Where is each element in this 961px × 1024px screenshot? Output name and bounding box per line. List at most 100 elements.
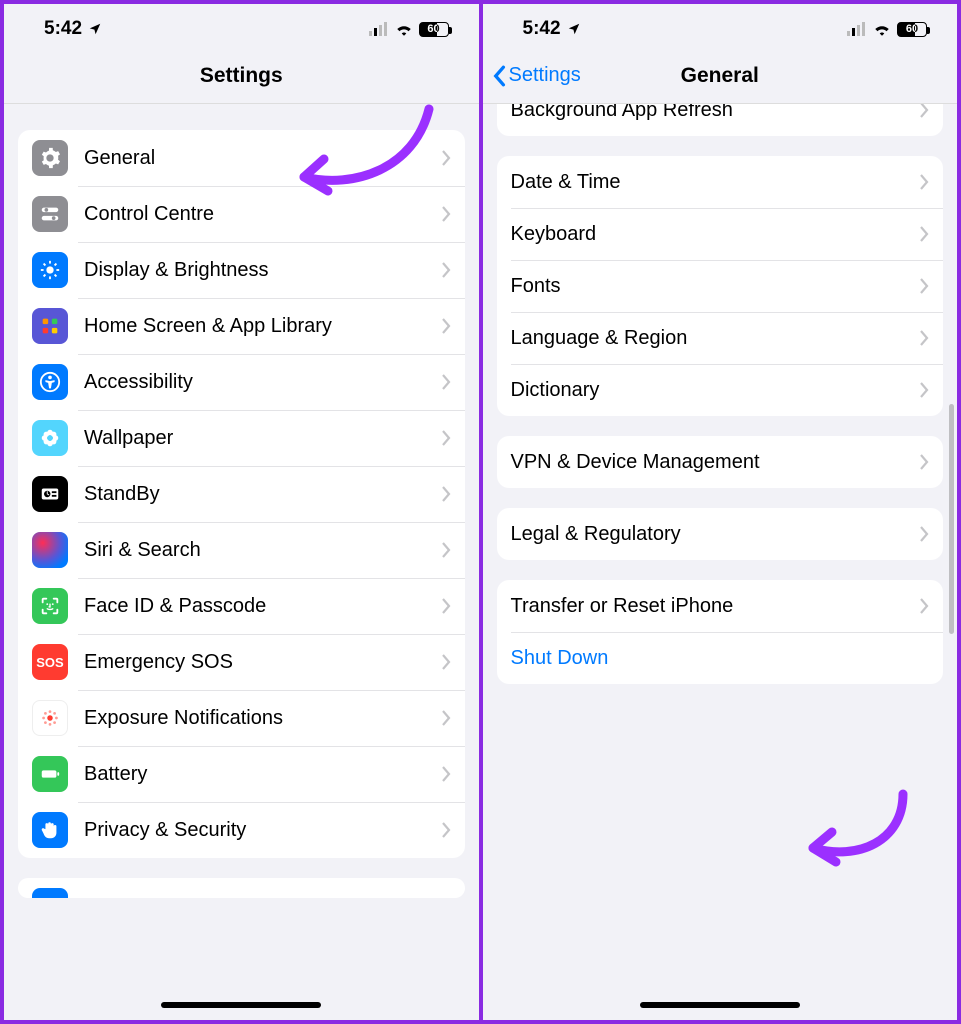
row-sos[interactable]: SOS Emergency SOS	[18, 634, 465, 690]
row-display[interactable]: Display & Brightness	[18, 242, 465, 298]
chevron-right-icon	[441, 206, 451, 222]
status-time: 5:42	[44, 18, 82, 40]
chevron-right-icon	[919, 174, 929, 190]
row-battery[interactable]: Battery	[18, 746, 465, 802]
row-label: General	[84, 147, 441, 170]
grid-icon	[32, 308, 68, 344]
row-legal[interactable]: Legal & Regulatory	[497, 508, 944, 560]
status-time: 5:42	[523, 18, 561, 40]
row-dictionary[interactable]: Dictionary	[497, 364, 944, 416]
chevron-right-icon	[441, 542, 451, 558]
row-general[interactable]: General	[18, 130, 465, 186]
row-vpn[interactable]: VPN & Device Management	[497, 436, 944, 488]
settings-list[interactable]: General Control Centre Display & Brightn…	[4, 104, 479, 1010]
screenshot-settings-main: 5:42 60 Settings	[0, 0, 481, 1024]
home-indicator[interactable]	[161, 1002, 321, 1008]
screenshot-general: 5:42 60 Settings General	[481, 0, 961, 1024]
row-shutdown[interactable]: Shut Down	[497, 632, 944, 684]
row-wallpaper[interactable]: Wallpaper	[18, 410, 465, 466]
chevron-right-icon	[441, 430, 451, 446]
row-next-peek[interactable]	[18, 878, 465, 898]
row-control-centre[interactable]: Control Centre	[18, 186, 465, 242]
row-label: Display & Brightness	[84, 259, 441, 282]
exposure-icon	[32, 700, 68, 736]
general-list[interactable]: iPhone Storage Background App Refresh Da…	[483, 104, 958, 1010]
battery-icon: 60	[897, 22, 927, 37]
chevron-right-icon	[919, 382, 929, 398]
location-icon	[88, 22, 102, 36]
chevron-right-icon	[441, 486, 451, 502]
row-label: Exposure Notifications	[84, 707, 441, 730]
row-label: Transfer or Reset iPhone	[511, 595, 920, 618]
row-label: Privacy & Security	[84, 819, 441, 842]
nav-header: Settings	[4, 48, 479, 104]
row-label: Fonts	[511, 275, 920, 298]
row-label: Language & Region	[511, 327, 920, 350]
battery-row-icon	[32, 756, 68, 792]
cellular-icon	[847, 22, 867, 36]
row-accessibility[interactable]: Accessibility	[18, 354, 465, 410]
chevron-right-icon	[919, 454, 929, 470]
status-bar: 5:42 60	[483, 4, 958, 48]
row-label: Siri & Search	[84, 539, 441, 562]
battery-icon: 60	[419, 22, 449, 37]
wifi-icon	[395, 22, 413, 36]
row-home-screen[interactable]: Home Screen & App Library	[18, 298, 465, 354]
row-exposure[interactable]: Exposure Notifications	[18, 690, 465, 746]
back-button[interactable]: Settings	[491, 64, 581, 87]
back-label: Settings	[509, 64, 581, 87]
chevron-right-icon	[441, 374, 451, 390]
row-keyboard[interactable]: Keyboard	[497, 208, 944, 260]
chevron-right-icon	[441, 318, 451, 334]
chevron-right-icon	[919, 526, 929, 542]
row-privacy[interactable]: Privacy & Security	[18, 802, 465, 858]
row-siri[interactable]: Siri & Search	[18, 522, 465, 578]
siri-icon	[32, 532, 68, 568]
row-bg-refresh[interactable]: Background App Refresh	[497, 104, 944, 136]
row-label: Background App Refresh	[511, 104, 920, 122]
scrollbar[interactable]	[949, 404, 954, 634]
row-label: Battery	[84, 763, 441, 786]
row-label: Home Screen & App Library	[84, 315, 441, 338]
gear-icon	[32, 140, 68, 176]
home-indicator[interactable]	[640, 1002, 800, 1008]
faceid-icon	[32, 588, 68, 624]
chevron-right-icon	[919, 330, 929, 346]
chevron-right-icon	[441, 710, 451, 726]
chevron-right-icon	[441, 822, 451, 838]
chevron-right-icon	[919, 598, 929, 614]
row-label: Keyboard	[511, 223, 920, 246]
chevron-right-icon	[919, 226, 929, 242]
chevron-right-icon	[441, 150, 451, 166]
row-label: Emergency SOS	[84, 651, 441, 674]
row-transfer-reset[interactable]: Transfer or Reset iPhone	[497, 580, 944, 632]
row-label: StandBy	[84, 483, 441, 506]
sliders-icon	[32, 196, 68, 232]
page-title: Settings	[200, 64, 283, 88]
row-label: VPN & Device Management	[511, 451, 920, 474]
row-date-time[interactable]: Date & Time	[497, 156, 944, 208]
clock-icon	[32, 476, 68, 512]
row-label: Date & Time	[511, 171, 920, 194]
row-label: Accessibility	[84, 371, 441, 394]
row-label: Shut Down	[511, 647, 930, 670]
appstore-icon	[32, 888, 68, 898]
page-title: General	[681, 64, 759, 88]
wifi-icon	[873, 22, 891, 36]
accessibility-icon	[32, 364, 68, 400]
row-standby[interactable]: StandBy	[18, 466, 465, 522]
flower-icon	[32, 420, 68, 456]
row-fonts[interactable]: Fonts	[497, 260, 944, 312]
row-language[interactable]: Language & Region	[497, 312, 944, 364]
chevron-right-icon	[441, 262, 451, 278]
nav-header: Settings General	[483, 48, 958, 104]
status-bar: 5:42 60	[4, 4, 479, 48]
cellular-icon	[369, 22, 389, 36]
chevron-right-icon	[441, 766, 451, 782]
row-faceid[interactable]: Face ID & Passcode	[18, 578, 465, 634]
chevron-right-icon	[441, 654, 451, 670]
row-label: Control Centre	[84, 203, 441, 226]
sos-icon: SOS	[32, 644, 68, 680]
row-label: Dictionary	[511, 379, 920, 402]
chevron-right-icon	[919, 278, 929, 294]
